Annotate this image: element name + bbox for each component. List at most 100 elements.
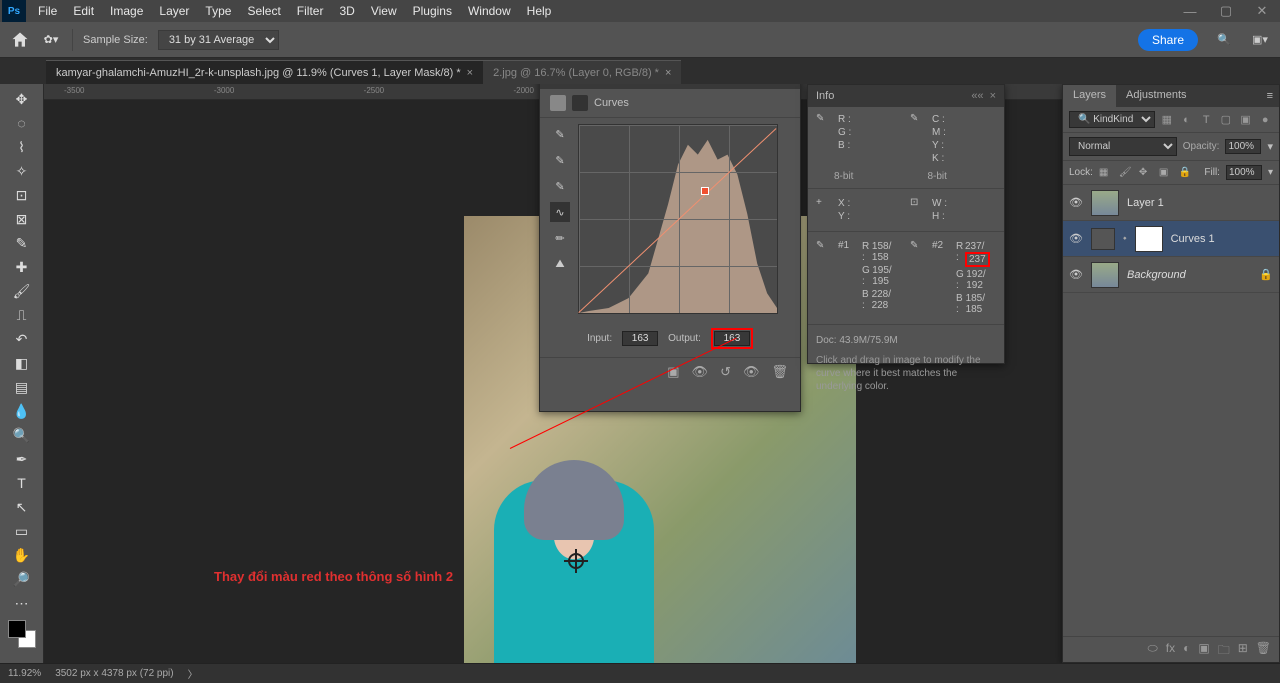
- blur-tool-icon[interactable]: 💧: [10, 400, 34, 422]
- dodge-tool-icon[interactable]: 🔍: [10, 424, 34, 446]
- menu-plugins[interactable]: Plugins: [405, 1, 460, 21]
- color-sampler-icon[interactable]: [568, 553, 584, 569]
- menu-file[interactable]: File: [30, 1, 65, 21]
- layer-row[interactable]: 👁 Layer 1: [1063, 185, 1279, 221]
- sample-gray-icon[interactable]: ✎: [550, 150, 570, 170]
- eyedropper-tool-icon[interactable]: ✿▾: [40, 29, 62, 51]
- layer-row[interactable]: 👁 Background 🔒: [1063, 257, 1279, 293]
- reset-icon[interactable]: ↺: [720, 364, 731, 380]
- layer-name[interactable]: Background: [1127, 269, 1186, 281]
- layer-thumbnail[interactable]: [1091, 190, 1119, 216]
- layer-name[interactable]: Curves 1: [1171, 233, 1215, 245]
- crop-tool-icon[interactable]: ⊡: [10, 184, 34, 206]
- eyedropper-tool-icon[interactable]: ✎: [10, 232, 34, 254]
- visibility-icon[interactable]: 👁: [1069, 232, 1083, 245]
- magic-wand-tool-icon[interactable]: ✧: [10, 160, 34, 182]
- menu-3d[interactable]: 3D: [331, 1, 362, 21]
- lasso-tool-icon[interactable]: ⌇: [10, 136, 34, 158]
- filter-pixel-icon[interactable]: ▦: [1159, 112, 1175, 128]
- curve-smooth-icon[interactable]: ⛰: [550, 254, 570, 274]
- layer-thumbnail[interactable]: [1091, 262, 1119, 288]
- pen-tool-icon[interactable]: ✒: [10, 448, 34, 470]
- filter-adjust-icon[interactable]: ◐: [1179, 112, 1195, 128]
- view-previous-icon[interactable]: 👁: [692, 364, 709, 380]
- zoom-level[interactable]: 11.92%: [8, 668, 41, 679]
- delete-icon[interactable]: 🗑: [771, 364, 788, 380]
- filter-toggle-icon[interactable]: ●: [1257, 112, 1273, 128]
- move-tool-icon[interactable]: ✥: [10, 88, 34, 110]
- visibility-icon[interactable]: 👁: [1069, 268, 1083, 281]
- lock-artboard-icon[interactable]: ▣: [1159, 167, 1173, 178]
- menu-edit[interactable]: Edit: [65, 1, 102, 21]
- window-close-icon[interactable]: ✕: [1244, 0, 1280, 22]
- hand-tool-icon[interactable]: ✋: [10, 544, 34, 566]
- lock-position-icon[interactable]: ✥: [1139, 167, 1153, 178]
- canvas-area[interactable]: -3500-3000-2500-2000-1500-1000-50001700 …: [44, 84, 1280, 663]
- mask-icon[interactable]: ◐: [1183, 641, 1190, 658]
- foreground-color-swatch[interactable]: [8, 620, 26, 638]
- layer-row[interactable]: 👁 ⬩ Curves 1: [1063, 221, 1279, 257]
- trash-icon[interactable]: 🗑: [1256, 641, 1271, 658]
- adjustment-thumbnail[interactable]: [1091, 228, 1115, 250]
- tab-close-icon[interactable]: ×: [665, 67, 671, 79]
- adjustments-tab[interactable]: Adjustments: [1116, 85, 1197, 107]
- group-icon[interactable]: 🗀: [1218, 641, 1230, 658]
- filter-type-icon[interactable]: T: [1198, 112, 1214, 128]
- fill-dropdown-icon[interactable]: ▾: [1268, 167, 1273, 178]
- zoom-tool-icon[interactable]: 🔎: [10, 568, 34, 590]
- curve-point[interactable]: [701, 187, 709, 195]
- menu-view[interactable]: View: [363, 1, 405, 21]
- menu-filter[interactable]: Filter: [289, 1, 332, 21]
- path-select-tool-icon[interactable]: ↖: [10, 496, 34, 518]
- tab-close-icon[interactable]: ×: [467, 67, 473, 79]
- tab-doc-2[interactable]: 2.jpg @ 16.7% (Layer 0, RGB/8) * ×: [483, 60, 681, 84]
- window-minimize-icon[interactable]: —: [1172, 0, 1208, 22]
- healing-brush-tool-icon[interactable]: ✚: [10, 256, 34, 278]
- curve-point-icon[interactable]: ∿: [550, 202, 570, 222]
- lock-transparent-icon[interactable]: ▦: [1099, 167, 1113, 178]
- input-field[interactable]: [622, 331, 658, 346]
- frame-tool-icon[interactable]: ⊠: [10, 208, 34, 230]
- layer-mask-thumbnail[interactable]: [1135, 226, 1163, 252]
- link-layers-icon[interactable]: ⬭: [1148, 641, 1158, 658]
- more-tool-icon[interactable]: ⋯: [10, 592, 34, 614]
- filter-smart-icon[interactable]: ▣: [1238, 112, 1254, 128]
- type-tool-icon[interactable]: T: [10, 472, 34, 494]
- curves-histogram[interactable]: [578, 124, 778, 314]
- fx-icon[interactable]: fx: [1166, 641, 1175, 658]
- sample-size-select[interactable]: 31 by 31 Average: [158, 30, 279, 50]
- marquee-tool-icon[interactable]: ◌: [10, 112, 34, 134]
- layer-name[interactable]: Layer 1: [1127, 197, 1164, 209]
- menu-type[interactable]: Type: [197, 1, 239, 21]
- home-icon[interactable]: [10, 30, 30, 50]
- clone-stamp-tool-icon[interactable]: ⎍: [10, 304, 34, 326]
- sample-black-icon[interactable]: ✎: [550, 176, 570, 196]
- layers-tab[interactable]: Layers: [1063, 85, 1116, 107]
- menu-help[interactable]: Help: [519, 1, 560, 21]
- new-layer-icon[interactable]: ⊞: [1238, 641, 1248, 658]
- color-swatches[interactable]: [8, 620, 36, 648]
- link-icon[interactable]: ⬩: [1123, 233, 1127, 244]
- opacity-dropdown-icon[interactable]: ▾: [1267, 140, 1273, 153]
- panel-close-icon[interactable]: ×: [990, 90, 996, 102]
- share-button[interactable]: Share: [1138, 29, 1198, 51]
- rectangle-tool-icon[interactable]: ▭: [10, 520, 34, 542]
- menu-layer[interactable]: Layer: [151, 1, 197, 21]
- lock-all-icon[interactable]: 🔒: [1179, 167, 1193, 178]
- tab-doc-1[interactable]: kamyar-ghalamchi-AmuzHI_2r-k-unsplash.jp…: [46, 60, 483, 84]
- eraser-tool-icon[interactable]: ◧: [10, 352, 34, 374]
- toggle-visibility-icon[interactable]: 👁: [743, 364, 760, 380]
- history-brush-tool-icon[interactable]: ↶: [10, 328, 34, 350]
- panel-collapse-icon[interactable]: ««: [971, 90, 983, 102]
- curve-draw-icon[interactable]: ✏: [550, 228, 570, 248]
- menu-image[interactable]: Image: [102, 1, 151, 21]
- blend-mode-select[interactable]: Normal: [1069, 137, 1177, 156]
- lock-pixels-icon[interactable]: 🖌: [1119, 167, 1133, 178]
- sample-white-icon[interactable]: ✎: [550, 124, 570, 144]
- adjustment-icon[interactable]: ▣: [1198, 641, 1209, 658]
- fill-field[interactable]: [1226, 165, 1262, 180]
- menu-select[interactable]: Select: [239, 1, 288, 21]
- workspace-icon[interactable]: ▣▾: [1250, 30, 1270, 50]
- window-maximize-icon[interactable]: ▢: [1208, 0, 1244, 22]
- status-chevron-icon[interactable]: 〉: [188, 666, 198, 681]
